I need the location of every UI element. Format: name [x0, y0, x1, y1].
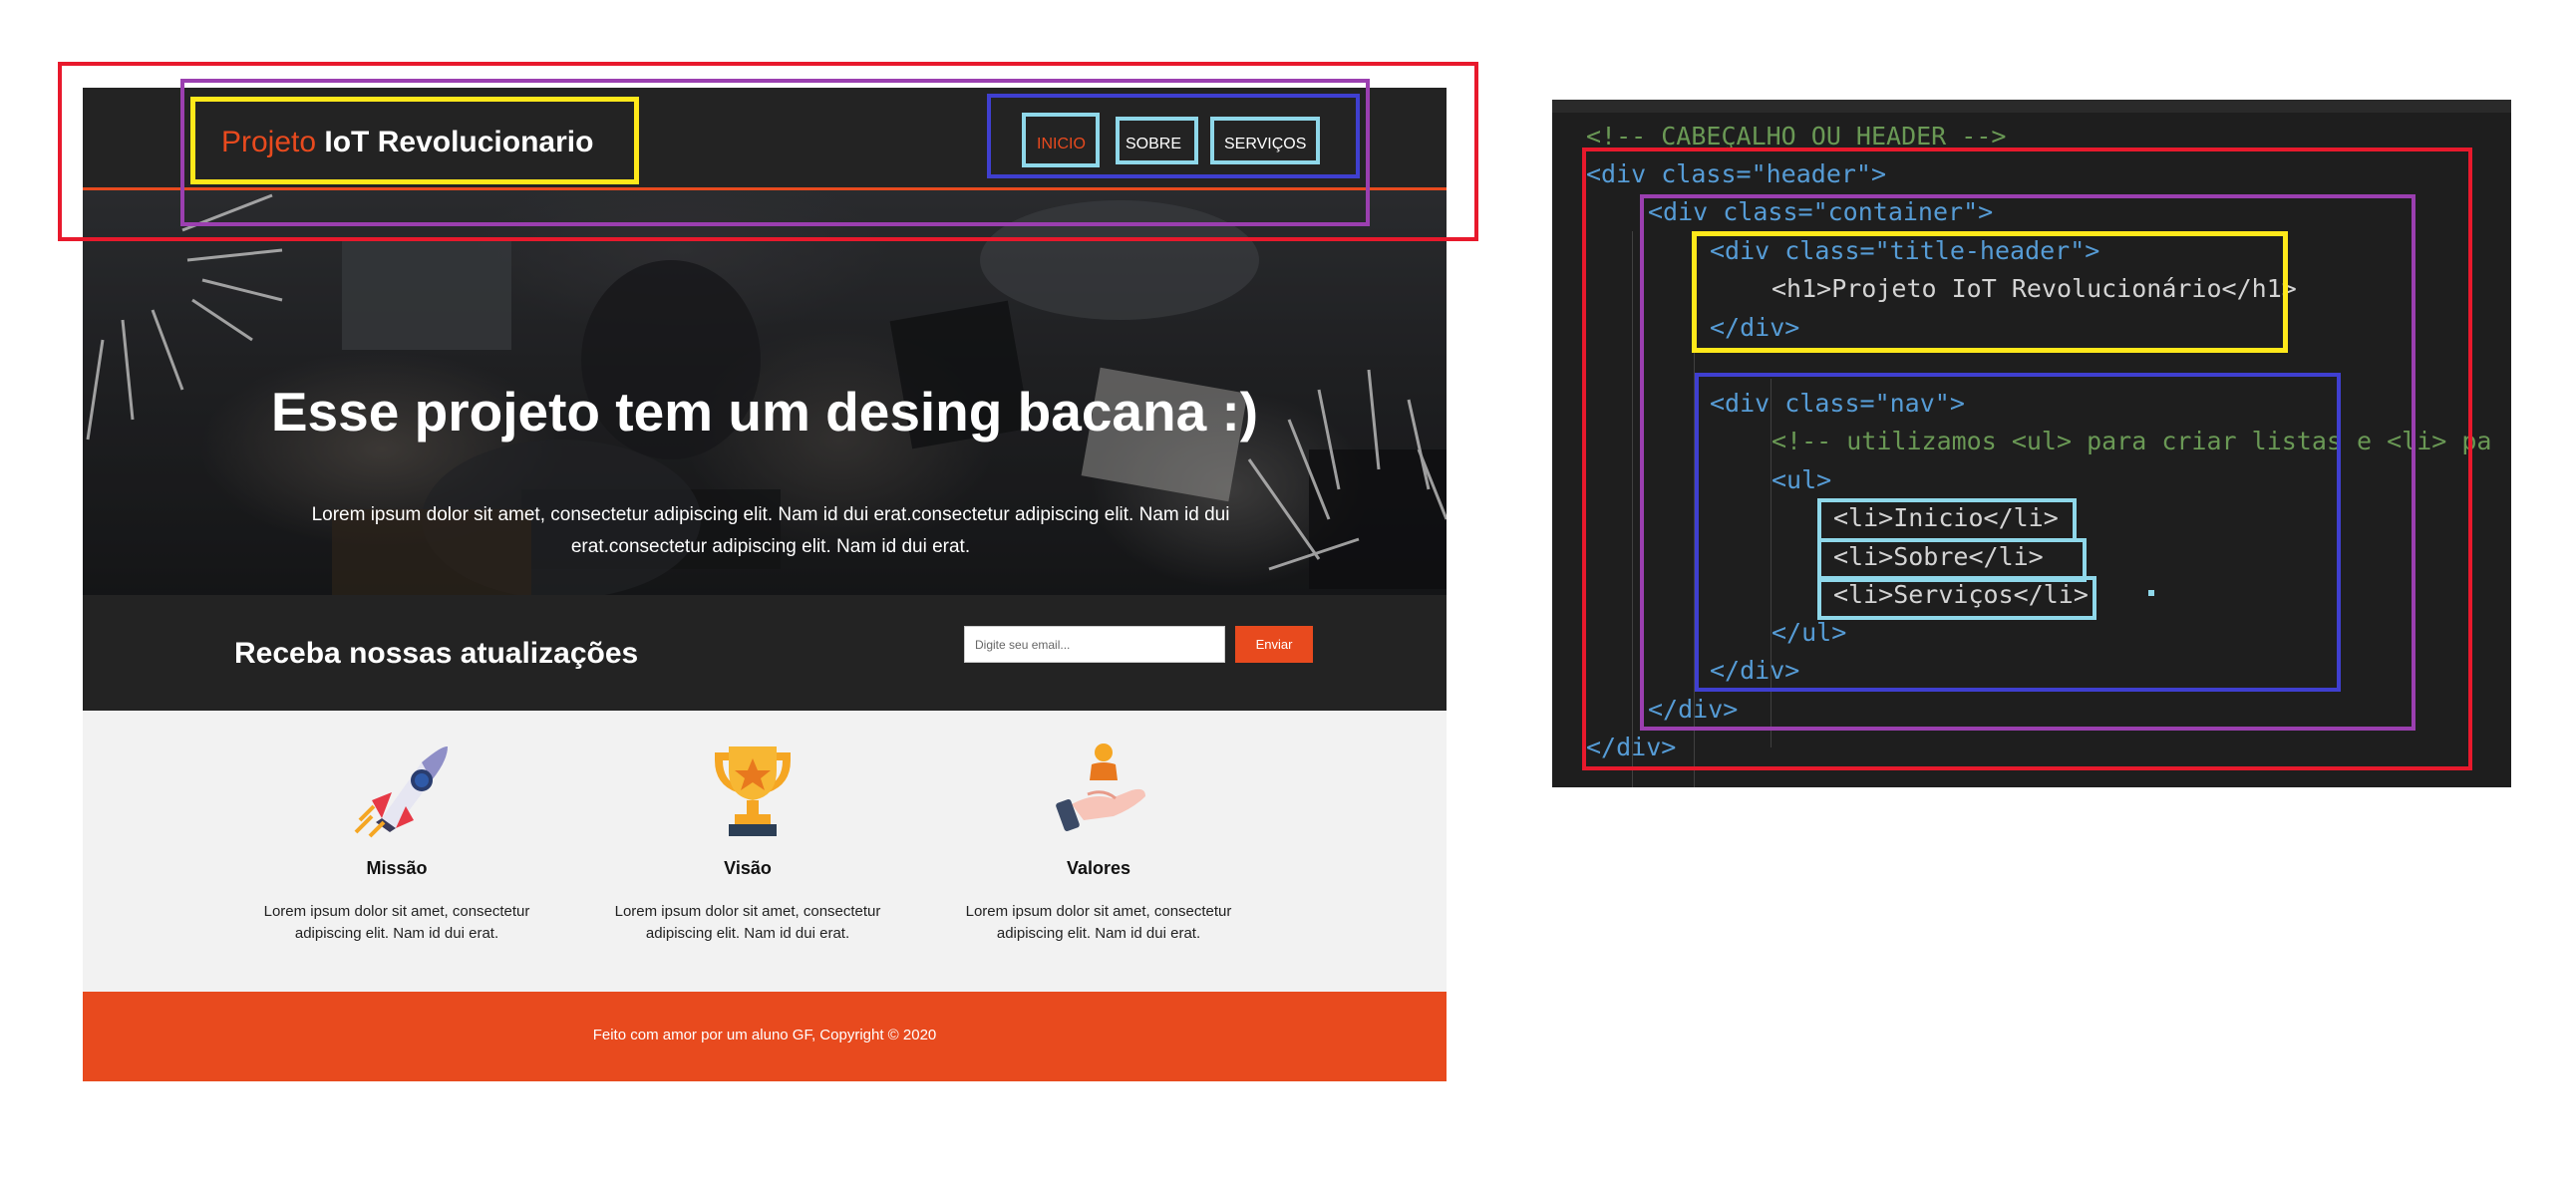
hero-description: Lorem ipsum dolor sit amet, consectetur … [311, 504, 1230, 557]
feature-title: Visão [724, 858, 772, 878]
newsletter-section: Receba nossas atualizações Enviar [83, 595, 1447, 711]
hand-person-icon [1056, 743, 1145, 831]
annotation-box-code-title [1692, 231, 2288, 353]
hero-title: Esse projeto tem um desing bacana :) [270, 381, 1259, 443]
editor-top-bar [1552, 100, 2511, 113]
features-section: Missão Lorem ipsum dolor sit amet, conse… [83, 711, 1447, 992]
annotation-box-li-inicio [1022, 113, 1100, 167]
feature-title: Missão [366, 858, 428, 878]
site-footer: Feito com amor por um aluno GF, Copyrigh… [83, 992, 1447, 1081]
annotation-box-li-sobre [1116, 117, 1198, 164]
trophy-icon [715, 746, 791, 836]
annotation-box-code-li-inicio [1817, 498, 2077, 542]
feature-text: Lorem ipsum dolor sit amet, consectetur … [614, 903, 881, 942]
newsletter-title: Receba nossas atualizações [234, 637, 639, 670]
send-button[interactable]: Enviar [1235, 626, 1313, 663]
feature-text: Lorem ipsum dolor sit amet, consectetur … [263, 903, 530, 942]
annotation-box-title [190, 97, 639, 184]
feature-title: Valores [1066, 858, 1131, 878]
rocket-icon [354, 745, 448, 838]
annotation-box-code-li-servicos [1817, 576, 2096, 620]
feature-text: Lorem ipsum dolor sit amet, consectetur … [965, 903, 1232, 942]
hero-banner: Esse projeto tem um desing bacana :) Lor… [83, 190, 1447, 595]
annotation-box-li-servicos [1210, 117, 1320, 164]
email-field[interactable] [964, 626, 1225, 663]
footer-text: Feito com amor por um aluno GF, Copyrigh… [592, 1027, 937, 1043]
